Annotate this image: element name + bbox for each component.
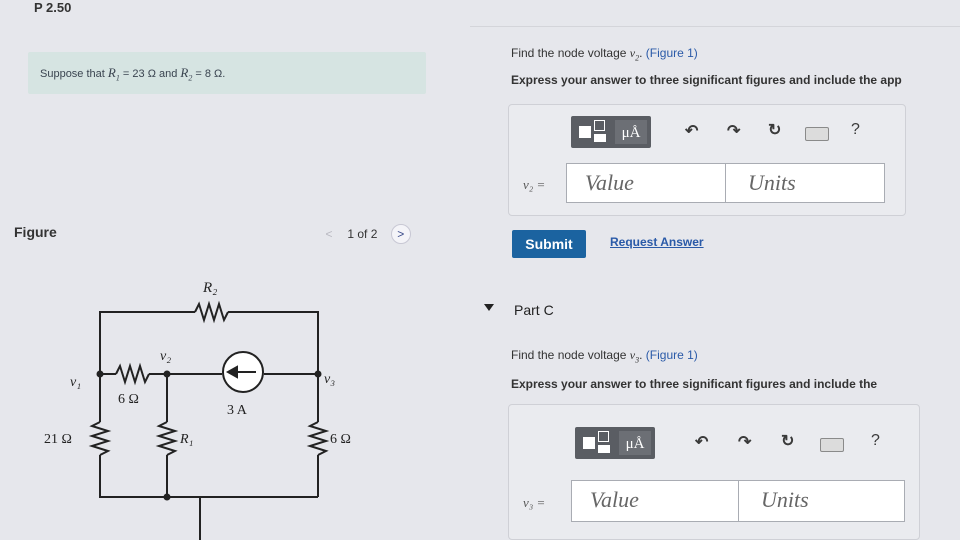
figure-pager: < 1 of 2 > (320, 224, 411, 244)
part-c-value-input[interactable]: Value (571, 480, 739, 522)
node-v1 (96, 370, 104, 378)
problem-assumption: Suppose that R1 = 23 Ω and R2 = 8 Ω. (28, 52, 426, 94)
divider (470, 26, 960, 27)
node-v3 (314, 370, 322, 378)
part-b-units-input[interactable]: Units (725, 163, 885, 203)
resistor-21ohm (88, 421, 112, 456)
redo-icon[interactable]: ↷ (727, 121, 740, 141)
r1-symbol: R1 (107, 65, 120, 83)
help-icon[interactable]: ? (871, 432, 880, 450)
keyboard-icon[interactable] (820, 438, 844, 452)
resistor-6ohm-right (306, 421, 330, 456)
r2-value: = 8 Ω. (195, 68, 226, 80)
request-answer-link[interactable]: Request Answer (610, 235, 704, 249)
assumption-prefix: Suppose that (40, 68, 105, 80)
circuit-diagram: R₂ v₁ v₂ v₃ 6 Ω 3 A 21 Ω R₁ 6 Ω (44, 280, 351, 540)
node-bottom (163, 493, 171, 501)
chevron-left-icon[interactable]: < (320, 225, 338, 243)
label-v3: v₃ (324, 372, 335, 387)
label-21ohm: 21 Ω (44, 432, 72, 447)
label-v1: v₁ (70, 375, 81, 390)
label-r1: R₁ (179, 432, 193, 447)
reset-icon[interactable]: ↻ (768, 120, 781, 140)
part-c-variable: v3 (629, 348, 640, 365)
resistor-6ohm-top (115, 362, 150, 386)
part-b-figure-link[interactable]: (Figure 1) (646, 46, 698, 60)
part-c-units-input[interactable]: Units (738, 480, 905, 522)
resistor-r2 (194, 300, 229, 324)
part-b-variable-label: v₂ = (523, 177, 546, 192)
units-button[interactable]: μÅ (615, 120, 647, 144)
part-b-answer-box: μÅ ↶ ↷ ↻ ? v₂ = Value Units (508, 104, 906, 216)
figure-label: Figure (14, 224, 57, 240)
label-r2: R₂ (202, 280, 217, 296)
reset-icon[interactable]: ↻ (781, 431, 794, 451)
r2-symbol: R2 (180, 65, 193, 83)
label-source: 3 A (227, 403, 248, 418)
help-icon[interactable]: ? (851, 121, 860, 139)
resistor-r1 (155, 421, 179, 456)
part-b-question: Find the node voltage v2. (Figure 1) (511, 46, 698, 63)
undo-icon[interactable]: ↶ (695, 432, 708, 452)
part-c-title[interactable]: Part C (514, 302, 554, 318)
node-v2 (163, 370, 171, 378)
part-b-instruction: Express your answer to three significant… (511, 73, 902, 87)
keyboard-icon[interactable] (805, 127, 829, 141)
part-c-variable-label: v₃ = (523, 495, 546, 510)
part-c-question: Find the node voltage v3. (Figure 1) (511, 348, 698, 365)
label-6ohm-right: 6 Ω (330, 432, 351, 447)
submit-button[interactable]: Submit (512, 230, 586, 258)
pager-text: 1 of 2 (347, 227, 378, 241)
part-c-answer-box: μÅ ↶ ↷ ↻ ? v₃ = Value Units (508, 404, 920, 540)
part-b-value-input[interactable]: Value (566, 163, 726, 203)
circuit-wires (88, 300, 330, 540)
template-button[interactable]: μÅ (571, 116, 651, 148)
page-title: P 2.50 (34, 0, 72, 15)
units-button[interactable]: μÅ (619, 431, 651, 455)
r1-value: = 23 Ω and (122, 68, 178, 80)
template-button[interactable]: μÅ (575, 427, 655, 459)
label-v2: v₂ (160, 349, 171, 364)
part-b-variable: v2 (629, 46, 640, 63)
chevron-right-icon[interactable]: > (390, 224, 411, 244)
collapse-arrow-icon[interactable] (484, 304, 494, 311)
label-6ohm-top: 6 Ω (118, 392, 139, 407)
undo-icon[interactable]: ↶ (685, 121, 698, 141)
redo-icon[interactable]: ↷ (738, 432, 751, 452)
part-c-instruction: Express your answer to three significant… (511, 377, 878, 391)
part-c-figure-link[interactable]: (Figure 1) (646, 348, 698, 362)
